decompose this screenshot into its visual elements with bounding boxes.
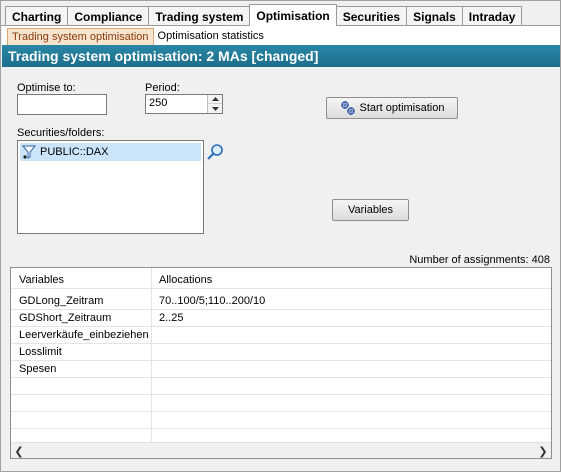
tab-compliance[interactable]: Compliance bbox=[67, 6, 150, 26]
securities-label: Securities/folders: bbox=[17, 127, 105, 139]
scroll-left-icon[interactable]: ❮ bbox=[11, 443, 27, 458]
column-header-variables[interactable]: Variables bbox=[11, 272, 151, 289]
optimise-to-label: Optimise to: bbox=[17, 82, 76, 94]
tab-securities[interactable]: Securities bbox=[335, 6, 408, 26]
allocation-cell[interactable]: 2..25 bbox=[151, 310, 551, 327]
subtab-optimisation-statistics[interactable]: Optimisation statistics bbox=[154, 28, 268, 45]
allocation-cell[interactable] bbox=[151, 344, 551, 361]
allocation-cell[interactable] bbox=[151, 327, 551, 344]
securities-list[interactable]: PUBLIC::DAX bbox=[17, 140, 204, 234]
assignments-count: Number of assignments: 408 bbox=[409, 254, 550, 266]
variables-button[interactable]: Variables bbox=[332, 199, 409, 221]
period-label: Period: bbox=[145, 82, 180, 94]
optimisation-window: Charting Compliance Trading system Optim… bbox=[0, 0, 561, 472]
empty-row bbox=[11, 395, 551, 412]
variable-cell: Spesen bbox=[19, 363, 57, 375]
variable-cell: Leerverkäufe_einbeziehen bbox=[19, 329, 149, 341]
main-tab-bar: Charting Compliance Trading system Optim… bbox=[5, 4, 523, 26]
tab-optimisation[interactable]: Optimisation bbox=[249, 4, 337, 26]
table-row[interactable]: Spesen bbox=[11, 361, 551, 378]
variable-cell: GDShort_Zeitraum bbox=[19, 312, 112, 324]
period-value: 250 bbox=[149, 97, 168, 109]
start-optimisation-label: Start optimisation bbox=[359, 102, 445, 114]
empty-row bbox=[11, 412, 551, 429]
subtab-trading-system-optimisation[interactable]: Trading system optimisation bbox=[7, 28, 154, 45]
table-row[interactable]: Losslimit bbox=[11, 344, 551, 361]
period-up-button[interactable] bbox=[208, 95, 222, 104]
allocations-grid[interactable]: Variables Allocations GDLong_Zeitram 70.… bbox=[10, 267, 552, 459]
grid-header-row: Variables Allocations bbox=[11, 272, 551, 289]
chevron-up-icon bbox=[211, 97, 219, 101]
allocation-cell[interactable]: 70..100/5;110..200/10 bbox=[151, 293, 551, 310]
filter-folder-icon bbox=[22, 145, 36, 159]
variable-cell: Losslimit bbox=[19, 346, 62, 358]
optimise-icon bbox=[340, 101, 355, 115]
tab-charting[interactable]: Charting bbox=[5, 6, 69, 26]
start-optimisation-button[interactable]: Start optimisation bbox=[326, 97, 458, 119]
variable-cell: GDLong_Zeitram bbox=[19, 295, 104, 307]
list-item[interactable]: PUBLIC::DAX bbox=[20, 143, 201, 161]
optimise-to-input[interactable] bbox=[17, 94, 107, 115]
empty-row bbox=[11, 378, 551, 395]
table-row[interactable]: Leerverkäufe_einbeziehen bbox=[11, 327, 551, 344]
tab-signals[interactable]: Signals bbox=[406, 6, 463, 26]
period-stepper[interactable]: 250 bbox=[145, 94, 223, 114]
table-row[interactable]: GDLong_Zeitram 70..100/5;110..200/10 bbox=[11, 293, 551, 310]
tab-intraday[interactable]: Intraday bbox=[461, 6, 523, 26]
table-row[interactable]: GDShort_Zeitraum 2..25 bbox=[11, 310, 551, 327]
allocation-cell[interactable] bbox=[151, 361, 551, 378]
chevron-down-icon bbox=[211, 106, 219, 111]
list-item-label: PUBLIC::DAX bbox=[40, 146, 109, 158]
horizontal-scrollbar[interactable]: ❮ ❯ bbox=[11, 442, 551, 458]
tab-trading-system[interactable]: Trading system bbox=[148, 6, 251, 26]
scroll-right-icon[interactable]: ❯ bbox=[535, 443, 551, 458]
sub-tabs: Trading system optimisation Optimisation… bbox=[7, 28, 268, 45]
column-header-allocations[interactable]: Allocations bbox=[151, 272, 551, 289]
page-title: Trading system optimisation: 2 MAs [chan… bbox=[2, 45, 560, 67]
period-down-button[interactable] bbox=[208, 104, 222, 113]
search-icon[interactable] bbox=[206, 143, 224, 161]
